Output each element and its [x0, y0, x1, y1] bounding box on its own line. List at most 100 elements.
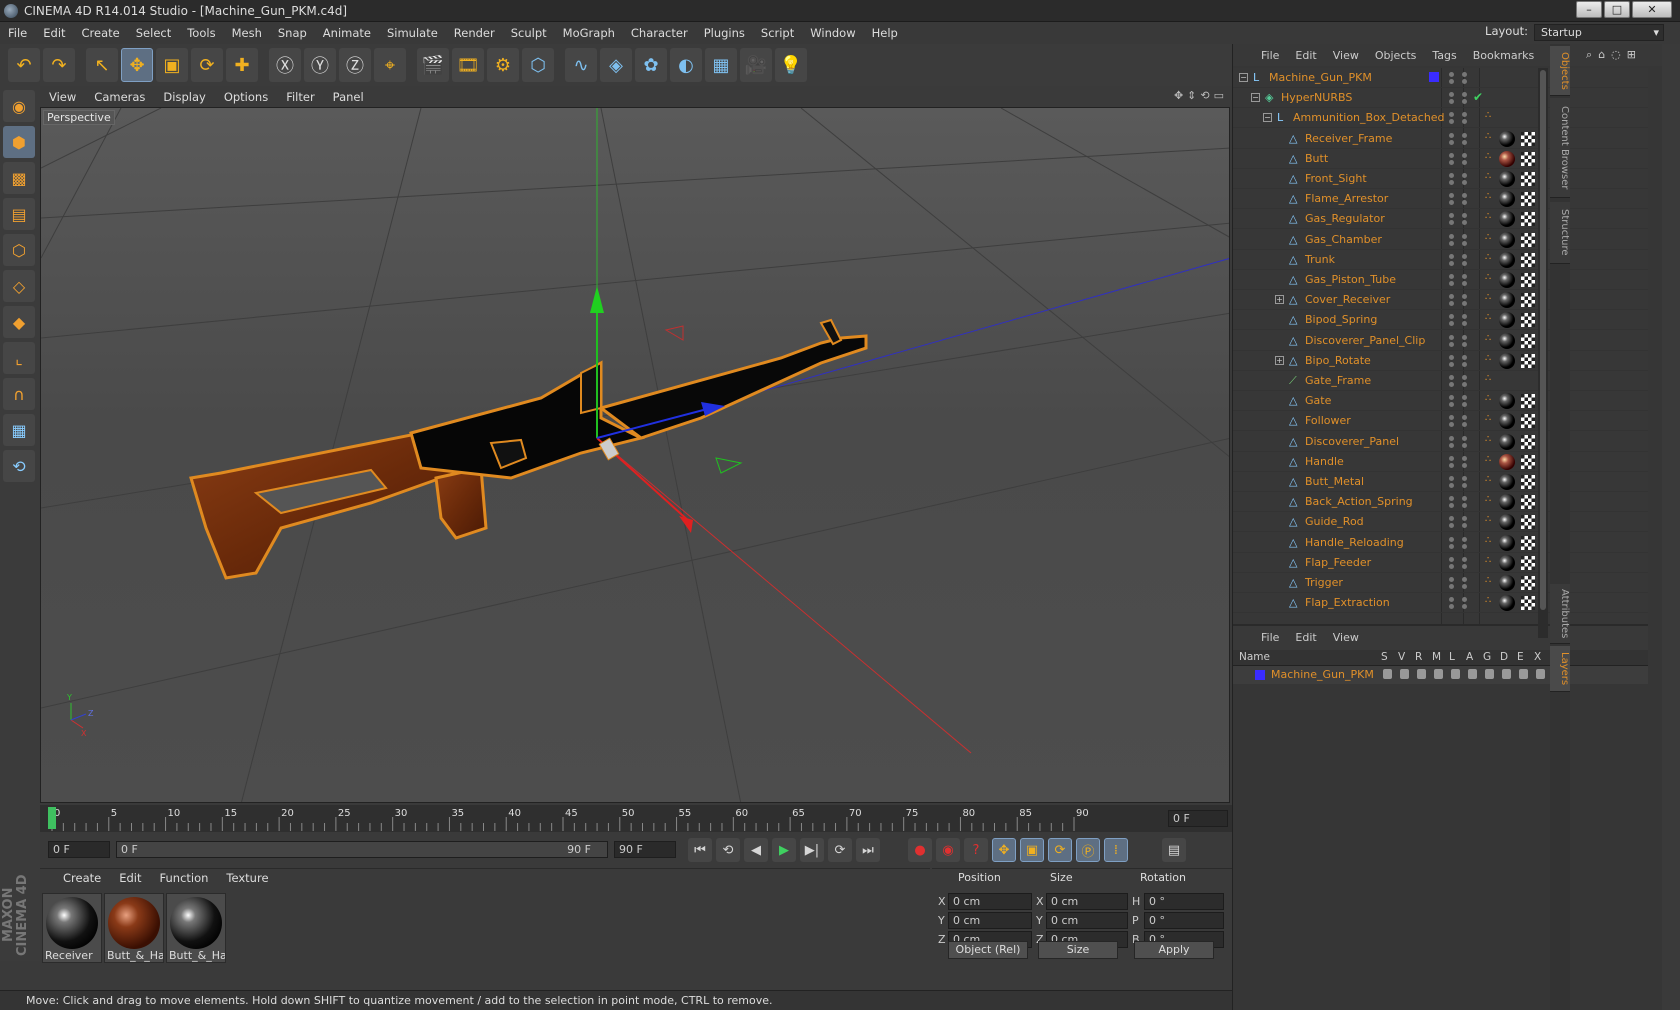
object-row-bipod-spring[interactable]: △ Bipod_Spring ∴ [1233, 310, 1648, 331]
layer-column-d[interactable]: D [1500, 651, 1508, 663]
layer-column-x[interactable]: X [1534, 651, 1541, 663]
objects-menu-view[interactable]: View [1325, 49, 1367, 62]
visibility-dots[interactable] [1449, 334, 1454, 347]
object-name[interactable]: Flame_Arrestor [1305, 192, 1388, 205]
expand-toggle[interactable]: + [1275, 295, 1284, 305]
visibility-dots[interactable] [1449, 536, 1454, 549]
layer-column-l[interactable]: L [1449, 651, 1455, 663]
layer-column-e[interactable]: E [1517, 651, 1524, 663]
object-row-flame-arrestor[interactable]: △ Flame_Arrestor ∴ [1233, 189, 1648, 210]
side-tab-objects[interactable]: Objects [1550, 46, 1570, 96]
layer-column-m[interactable]: M [1432, 651, 1441, 663]
menu-select[interactable]: Select [128, 22, 179, 44]
coordinate-mode-select[interactable]: Object (Rel) [948, 941, 1028, 959]
phong-tag-icon[interactable]: ∴ [1485, 151, 1491, 162]
object-row-hypernurbs[interactable]: − ◈ HyperNURBS ✔ [1233, 88, 1648, 109]
material-tag-icon[interactable] [1499, 352, 1515, 369]
side-tab-layers[interactable]: Layers [1550, 646, 1570, 692]
render-dots[interactable] [1462, 112, 1467, 125]
phong-tag-icon[interactable]: ∴ [1485, 454, 1491, 465]
uvw-tag-icon[interactable] [1521, 131, 1535, 146]
axis-mode-icon[interactable]: ⌞ [3, 342, 35, 374]
live-selection-icon[interactable]: ↖ [86, 48, 118, 82]
enabled-check-icon[interactable]: ✔ [1473, 90, 1483, 104]
x-axis-icon[interactable]: Ⓧ [269, 48, 301, 82]
expand-toggle[interactable]: + [1275, 355, 1284, 365]
layer-column-g[interactable]: G [1483, 651, 1491, 663]
uvw-tag-icon[interactable] [1521, 313, 1535, 328]
keyframe-selection-button[interactable]: ? [964, 838, 988, 862]
object-row-trigger[interactable]: △ Trigger ∴ [1233, 573, 1648, 593]
rotate-icon[interactable]: ⟳ [191, 48, 223, 82]
menu-plugins[interactable]: Plugins [696, 22, 753, 44]
camera-icon[interactable]: 🎥 [740, 48, 772, 82]
object-name[interactable]: Bipod_Spring [1305, 313, 1377, 326]
phong-tag-icon[interactable]: ∴ [1485, 575, 1491, 586]
layer-color-tag[interactable] [1429, 72, 1439, 82]
phong-tag-icon[interactable]: ∴ [1485, 474, 1491, 485]
frame-range-slider[interactable]: 0 F 90 F [116, 841, 608, 858]
render-dots[interactable] [1462, 294, 1467, 307]
object-name[interactable]: Handle_Reloading [1305, 536, 1404, 549]
render-dots[interactable] [1462, 577, 1467, 589]
object-row-ammunition-box-detached[interactable]: − L Ammunition_Box_Detached ∴ [1233, 108, 1648, 129]
expand-toggle[interactable]: − [1251, 93, 1260, 103]
uvw-tag-icon[interactable] [1521, 495, 1535, 510]
render-dots[interactable] [1462, 556, 1467, 569]
layers-menu-edit[interactable]: Edit [1287, 631, 1324, 644]
object-row-trunk[interactable]: △ Trunk ∴ [1233, 250, 1648, 270]
material-menu-create[interactable]: Create [54, 871, 110, 885]
uvw-tag-icon[interactable] [1521, 232, 1535, 247]
layer-expressions-toggle-icon[interactable] [1519, 669, 1528, 679]
layer-column-name[interactable]: Name [1239, 651, 1270, 663]
uvw-tag-icon[interactable] [1521, 434, 1535, 449]
position-field[interactable]: 0 cm [948, 893, 1032, 910]
uvw-tag-icon[interactable] [1521, 353, 1535, 368]
maximize-button[interactable]: □ [1604, 1, 1630, 18]
phong-tag-icon[interactable]: ∴ [1485, 373, 1491, 384]
position-field[interactable]: 0 cm [948, 912, 1032, 929]
visibility-dots[interactable] [1449, 72, 1454, 84]
phong-tag-icon[interactable]: ∴ [1485, 171, 1491, 182]
object-row-handle[interactable]: △ Handle ∴ [1233, 452, 1648, 472]
size-field[interactable]: 0 cm [1046, 893, 1128, 910]
material-tag-icon[interactable] [1499, 231, 1515, 248]
material-tag-icon[interactable] [1499, 453, 1515, 470]
uvw-tag-icon[interactable] [1521, 273, 1535, 287]
menu-mograph[interactable]: MoGraph [555, 22, 623, 44]
object-row-front-sight[interactable]: △ Front_Sight ∴ [1233, 169, 1648, 189]
visibility-dots[interactable] [1449, 354, 1454, 367]
autokey-button[interactable]: ◉ [936, 838, 960, 862]
object-name[interactable]: Machine_Gun_PKM [1269, 71, 1372, 84]
material-tag-icon[interactable] [1499, 292, 1515, 309]
expand-toggle[interactable]: − [1239, 73, 1248, 82]
render-dots[interactable] [1462, 72, 1467, 84]
rotation-field[interactable]: 0 ° [1144, 893, 1224, 910]
layer-row[interactable]: Machine_Gun_PKM [1233, 666, 1648, 684]
menu-tools[interactable]: Tools [179, 22, 223, 44]
home-icon[interactable]: ⌂ [1598, 48, 1605, 62]
cube-icon[interactable]: ⬡ [522, 48, 554, 82]
object-row-gate-frame[interactable]: ⟋ Gate_Frame ∴ [1233, 371, 1648, 391]
next-key-button[interactable]: ⟳ [828, 838, 852, 862]
layer-locked-toggle-icon[interactable] [1451, 669, 1460, 679]
render-dots[interactable] [1462, 173, 1467, 185]
visibility-dots[interactable] [1449, 516, 1454, 529]
menu-edit[interactable]: Edit [35, 22, 73, 44]
coordinate-system-icon[interactable]: ⌖ [374, 48, 406, 82]
object-name[interactable]: Flap_Feeder [1305, 556, 1371, 569]
render-dots[interactable] [1462, 334, 1467, 347]
uvw-tag-icon[interactable] [1521, 394, 1535, 409]
uvw-tag-icon[interactable] [1521, 555, 1535, 570]
visibility-dots[interactable] [1449, 395, 1454, 408]
object-name[interactable]: Cover_Receiver [1305, 293, 1390, 306]
render-dots[interactable] [1462, 597, 1467, 610]
objects-menu-file[interactable]: File [1253, 49, 1287, 62]
uvw-tag-icon[interactable] [1521, 252, 1535, 267]
visibility-dots[interactable] [1449, 173, 1454, 185]
uvw-tag-icon[interactable] [1521, 535, 1535, 550]
uvw-tag-icon[interactable] [1521, 192, 1535, 207]
render-dots[interactable] [1462, 233, 1467, 246]
render-settings-icon[interactable]: ⚙ [487, 48, 519, 82]
play-button[interactable]: ▶ [772, 838, 796, 862]
